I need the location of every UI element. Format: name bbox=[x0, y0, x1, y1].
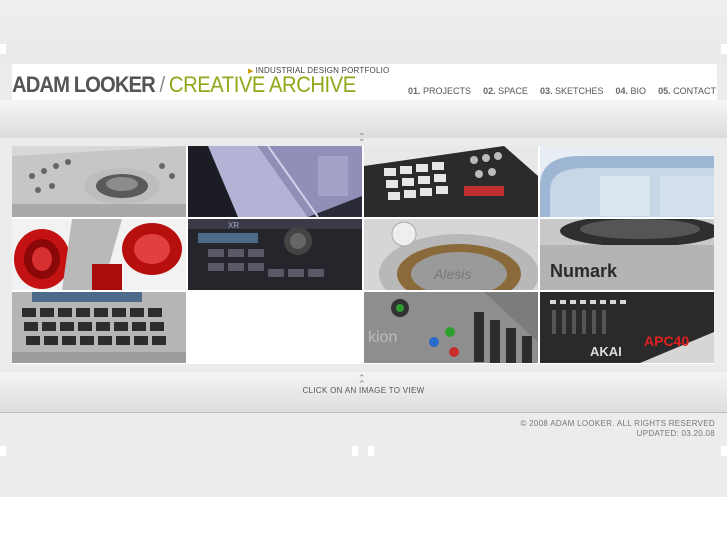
numark-label: Numark bbox=[550, 261, 618, 281]
nav-contact[interactable]: 05. CONTACT bbox=[658, 86, 716, 96]
thumbnail-red-knobs[interactable] bbox=[12, 219, 186, 290]
nav-number: 01. bbox=[408, 86, 421, 96]
gallery-hint: CLICK ON AN IMAGE TO VIEW bbox=[302, 386, 425, 395]
main-nav: 01. PROJECTS 02. SPACE 03. SKETCHES 04. … bbox=[408, 86, 716, 96]
updated-text: UPDATED: 03.20.08 bbox=[636, 429, 715, 438]
nav-label: PROJECTS bbox=[423, 86, 472, 96]
thumbnail-xr20[interactable]: XR bbox=[188, 219, 362, 290]
logo-title: CREATIVE ARCHIVE bbox=[168, 72, 356, 97]
ion-label: kion bbox=[368, 329, 397, 346]
logo-slash: / bbox=[154, 72, 169, 97]
thumbnail-ion-synth[interactable]: kion bbox=[364, 292, 538, 363]
thumbnail-numark[interactable]: Numark bbox=[540, 219, 714, 290]
akai-label: AKAI bbox=[590, 344, 622, 359]
copyright-text: © 2008 ADAM LOOKER. ALL RIGHTS RESERVED bbox=[520, 419, 715, 428]
thumbnail-mpd-controller[interactable] bbox=[364, 146, 538, 217]
logo-name: ADAM LOOKER bbox=[12, 72, 156, 97]
alesis-label: Alesis bbox=[433, 266, 471, 282]
nav-bio[interactable]: 04. BIO bbox=[616, 86, 647, 96]
nav-number: 05. bbox=[658, 86, 671, 96]
nav-space[interactable]: 02. SPACE bbox=[483, 86, 528, 96]
chevron-down-icon[interactable]: ⌄ ⌄ bbox=[358, 128, 366, 143]
corner-mark bbox=[0, 446, 6, 456]
thumbnail-apc40[interactable]: AKAI APC40 bbox=[540, 292, 714, 363]
nav-number: 03. bbox=[539, 86, 553, 96]
nav-label: SKETCHES bbox=[554, 86, 604, 96]
nav-projects[interactable]: 01. PROJECTS bbox=[408, 86, 471, 96]
thumbnail-dj-mixer[interactable] bbox=[12, 146, 186, 217]
nav-number: 04. bbox=[615, 86, 629, 96]
thumbnail-blue-enclosure[interactable] bbox=[540, 146, 714, 217]
site-footer: © 2008 ADAM LOOKER. ALL RIGHTS RESERVED … bbox=[520, 419, 715, 439]
nav-number: 02. bbox=[483, 86, 496, 96]
top-band bbox=[0, 0, 727, 62]
nav-sketches[interactable]: 03. SKETCHES bbox=[540, 86, 604, 96]
thumbnail-keypad[interactable] bbox=[12, 292, 186, 363]
corner-mark bbox=[352, 446, 358, 456]
corner-mark bbox=[721, 44, 727, 54]
apc40-label: APC40 bbox=[644, 333, 689, 349]
corner-mark bbox=[721, 446, 727, 456]
site-logo[interactable]: ADAM LOOKER / CREATIVE ARCHIVE bbox=[12, 72, 356, 98]
corner-mark bbox=[0, 44, 6, 54]
thumbnail-purple-panel[interactable] bbox=[188, 146, 362, 217]
project-gallery: XR Alesis Numark kion AKAI APC40 bbox=[12, 146, 714, 364]
thumbnail-alesis-turntable[interactable]: Alesis bbox=[364, 219, 538, 290]
nav-label: CONTACT bbox=[673, 86, 716, 96]
xr-label: XR bbox=[228, 221, 239, 230]
nav-label: SPACE bbox=[498, 86, 528, 96]
corner-mark bbox=[368, 446, 374, 456]
nav-label: BIO bbox=[630, 86, 647, 96]
